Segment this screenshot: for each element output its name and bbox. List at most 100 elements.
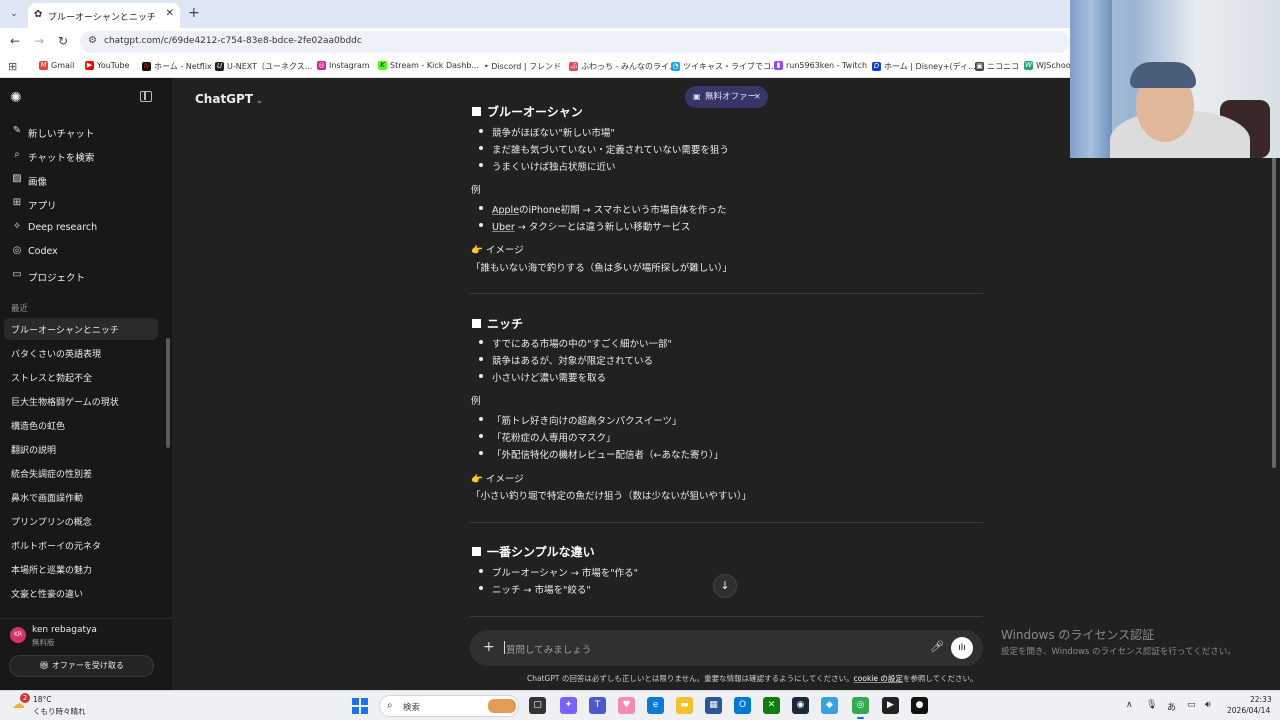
webcam-overlay	[1070, 0, 1280, 158]
codex-icon: ◎	[12, 245, 22, 256]
sidebar-scrollbar[interactable]	[166, 338, 170, 448]
bookmark-netflix[interactable]: N ホーム - Netflix	[142, 61, 212, 72]
media-icon[interactable]: ▶	[882, 697, 899, 714]
model-selector[interactable]: ChatGPT ⌄	[195, 92, 263, 106]
bookmark-youtube[interactable]: ▶ YouTube	[85, 61, 130, 70]
microphone-icon[interactable]: 🎤︎	[930, 640, 944, 653]
avatar: KR	[10, 627, 26, 643]
chatgpt-sidebar: ✺ ✎ 新しいチャット ⌕ チャットを検索 ▨ 画像 ⊞ アプリ ✧ Deep resea…	[0, 78, 172, 690]
close-icon[interactable]: ✕	[754, 86, 761, 108]
sidebar-item-search-chats[interactable]: ⌕ チャットを検索	[4, 145, 160, 167]
xbox-icon[interactable]: ✕	[763, 697, 780, 714]
voice-mode-button[interactable]: ıIı	[951, 637, 973, 659]
windows-taskbar: ☁ 2 18°C くもり時々晴れ ⌕ 検索 ▢ ✦ T ♥ e ▬ ▦ O ✕ …	[0, 690, 1280, 720]
url-field[interactable]: ⚙ chatgpt.com/c/69de4212-c754-83e8-bdce-…	[80, 31, 1070, 53]
main-scrollbar[interactable]: ▲	[1270, 78, 1278, 690]
teams-icon[interactable]: T	[589, 697, 606, 714]
start-button[interactable]	[352, 698, 368, 714]
image-text: 「誰もいない海で釣りする（魚は多いが場所探しが難しい）」	[471, 263, 733, 274]
bookmark-unext[interactable]: U U-NEXT（ユーネクス...	[215, 61, 312, 72]
app-icon[interactable]: ♥	[618, 697, 635, 714]
waveform-icon: ıIı	[958, 643, 966, 653]
volume-icon[interactable]: 🔊︎	[1205, 700, 1211, 710]
back-icon[interactable]: ←	[10, 34, 20, 48]
clock-date[interactable]: 2026/04/14	[1227, 706, 1270, 715]
list-item: まだ誰も気づいていない・定義されていない需要を狙う	[479, 142, 729, 156]
store-icon[interactable]: ▦	[705, 697, 722, 714]
reload-icon[interactable]: ↻	[58, 34, 68, 48]
bookmark-kick[interactable]: K Stream - Kick Dashb...	[378, 61, 479, 70]
cookie-settings-link[interactable]: cookie の設定	[854, 674, 903, 683]
outlook-icon[interactable]: O	[734, 697, 751, 714]
edge-icon[interactable]: e	[647, 697, 664, 714]
sidebar-toggle-icon[interactable]	[140, 91, 152, 102]
list-item: ブルーオーシャン → 市場を"作る"	[478, 565, 638, 579]
history-item[interactable]: 巨大生物格闘ゲームの現状	[4, 390, 158, 412]
chevron-up-icon[interactable]: ∧	[1126, 700, 1133, 710]
site-info-icon[interactable]: ⚙	[88, 35, 97, 46]
task-view-icon[interactable]: ▢	[529, 697, 546, 714]
list-item: 「筋トレ好き向けの超高タンパクスイーツ」	[479, 413, 682, 427]
chrome-icon[interactable]: ◎	[852, 697, 869, 719]
history-item[interactable]: ブルーオーシャンとニッチ	[4, 318, 158, 340]
history-item[interactable]: ストレスと勃起不全	[4, 366, 158, 388]
bookmark-fuwacchi[interactable]: ふふわっち - みんなのライ...	[569, 61, 677, 72]
plus-icon[interactable]: +	[483, 639, 495, 655]
obs-icon[interactable]: ●	[911, 697, 928, 714]
steam-icon[interactable]: ◉	[792, 697, 809, 714]
browser-tab-active[interactable]: ✿ ブルーオーシャンとニッチ ✕	[28, 3, 180, 28]
forward-icon[interactable]: →	[34, 34, 44, 48]
bookmark-instagram[interactable]: ◎ Instagram	[317, 61, 370, 70]
composer[interactable]: + 質問してみましょう 🎤︎ ıIı	[470, 630, 983, 666]
scroll-to-bottom-button[interactable]: ↓	[713, 574, 737, 598]
new-tab-icon[interactable]: +	[188, 5, 200, 21]
tab-search-icon[interactable]: ⌄	[6, 6, 22, 22]
user-profile[interactable]: KR ken rebagatya 無料版	[0, 618, 172, 650]
sidebar-item-new-chat[interactable]: ✎ 新しいチャット	[4, 121, 160, 143]
tab-close-icon[interactable]: ✕	[166, 8, 174, 19]
history-item[interactable]: 鼻水で画面誤作動	[4, 486, 158, 508]
openai-logo-icon[interactable]: ✺	[10, 90, 26, 106]
arrow-down-icon: ↓	[720, 579, 730, 592]
sidebar-item-projects[interactable]: ▭ プロジェクト	[4, 265, 160, 287]
history-item[interactable]: 文豪と性豪の違い	[4, 582, 158, 604]
disney-icon: D	[872, 62, 881, 71]
copilot-icon[interactable]: ✦	[560, 697, 577, 714]
apps-grid-icon[interactable]: ⊞	[8, 60, 17, 73]
history-item[interactable]: 統合失調症の性別差	[4, 462, 158, 484]
bookmark-twitcasting[interactable]: ◔ ツイキャス・ライブでコ...	[671, 61, 779, 72]
list-item: 小さいけど濃い需要を取る	[478, 370, 606, 384]
sidebar-item-apps[interactable]: ⊞ アプリ	[4, 193, 160, 215]
bookmark-twitch[interactable]: ▮ run5963ken - Twitch	[774, 61, 867, 70]
history-item[interactable]: 翻訳の説明	[4, 438, 158, 460]
gmail-icon: M	[39, 61, 48, 70]
bookmark-niconico[interactable]: ▣ ニコニコ	[975, 61, 1019, 72]
claim-offer-button[interactable]: 🎁︎ オファーを受け取る	[9, 655, 154, 677]
microphone-icon[interactable]: 🎙︎	[1146, 700, 1157, 710]
sidebar-item-deep-research[interactable]: ✧ Deep research	[4, 217, 160, 239]
history-item[interactable]: 本場所と巡業の魅力	[4, 558, 158, 580]
taskbar-search[interactable]: ⌕ 検索	[379, 695, 519, 717]
scrollbar-thumb[interactable]	[1272, 138, 1276, 468]
history-item[interactable]: バタくさいの英語表現	[4, 342, 158, 364]
sidebar-item-codex[interactable]: ◎ Codex	[4, 241, 160, 263]
network-icon[interactable]: ▭	[1187, 700, 1196, 710]
instagram-icon: ◎	[317, 61, 326, 70]
sidebar-item-images[interactable]: ▨ 画像	[4, 169, 160, 191]
chatgpt-favicon-icon: ✿	[34, 9, 43, 20]
clock-time[interactable]: 22:33	[1250, 695, 1272, 704]
bookmark-discord[interactable]: • Discord | フレンド	[484, 61, 561, 72]
section-heading: ニッチ	[472, 315, 523, 332]
file-explorer-icon[interactable]: ▬	[676, 697, 693, 714]
history-item[interactable]: プリンプリンの概念	[4, 510, 158, 532]
history-item[interactable]: ボルトボーイの元ネタ	[4, 534, 158, 556]
bookmark-disney[interactable]: D ホーム | Disney+(ディ...	[872, 61, 976, 72]
free-offer-pill[interactable]: ▣ 無料オファー ✕	[685, 86, 768, 108]
bookmark-wjschool[interactable]: W WJSchoo	[1024, 61, 1071, 70]
history-item[interactable]: 構造色の虹色	[4, 414, 158, 436]
prompt-input[interactable]: 質問してみましょう	[503, 641, 591, 656]
app-icon[interactable]: ◆	[821, 697, 838, 714]
list-item: ニッチ → 市場を"絞る"	[479, 582, 591, 596]
bookmark-gmail[interactable]: M Gmail	[39, 61, 74, 70]
ime-icon[interactable]: あ	[1167, 700, 1176, 713]
